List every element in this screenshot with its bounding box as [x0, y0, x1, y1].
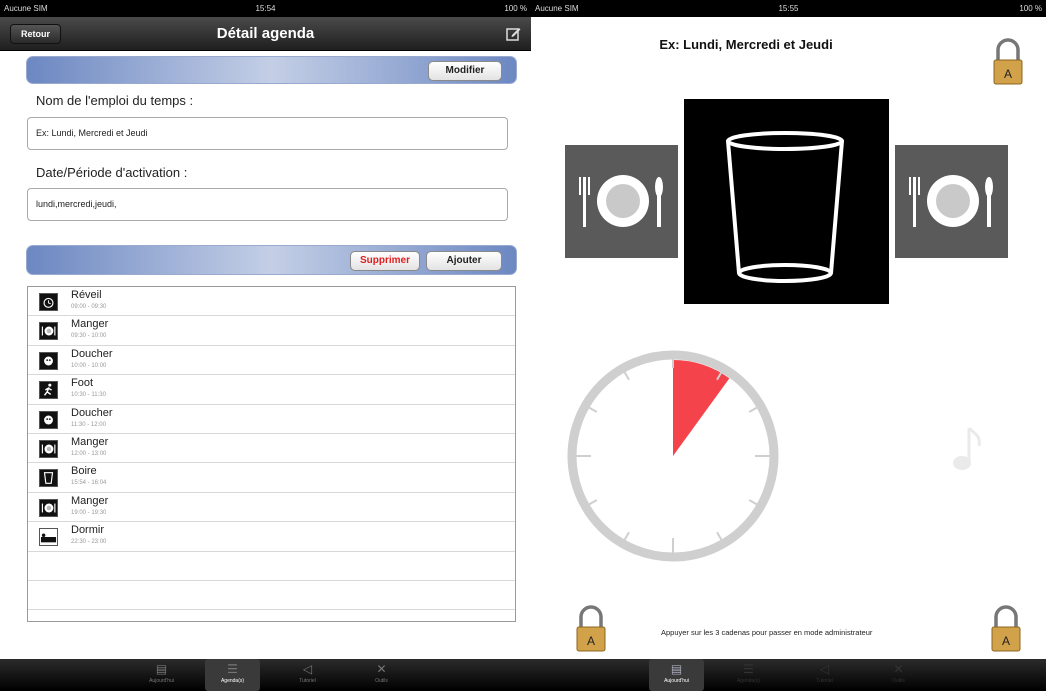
bed-icon — [39, 528, 58, 547]
plate-icon — [39, 322, 58, 341]
empty-row — [28, 552, 515, 581]
calendar-icon: ▤ — [670, 662, 683, 676]
list-item[interactable]: Manger 12:00 - 13:00 — [28, 434, 515, 464]
tab-bar: ▤ Aujourd'hui ☰ Agenda(s) ◁ Tutoriel ✕ O… — [531, 659, 1046, 691]
previous-activity-plate-icon[interactable] — [565, 145, 678, 258]
admin-hint-text: Appuyer sur les 3 cadenas pour passer en… — [661, 628, 873, 637]
tools-icon: ✕ — [376, 662, 387, 676]
list-item[interactable]: Doucher 10:00 - 10:00 — [28, 346, 515, 376]
next-activity-plate-icon[interactable] — [895, 145, 1008, 258]
event-name: Manger — [71, 318, 109, 331]
delete-button[interactable]: Supprimer — [350, 251, 420, 271]
list-item[interactable]: Dormir 22:30 - 23:00 — [28, 522, 515, 552]
event-time: 12:00 - 13:00 — [71, 450, 107, 457]
tab-label: Agenda(s) — [736, 678, 761, 684]
event-name: Doucher — [71, 347, 113, 360]
clock-label: 15:54 — [255, 4, 276, 13]
countdown-timer — [567, 350, 779, 562]
event-time: 22:30 - 23:00 — [71, 539, 107, 546]
tab-bar: ▤ Aujourd'hui ☰ Agenda(s) ◁ Tutoriel ✕ O… — [0, 659, 531, 691]
shower-icon — [39, 410, 58, 429]
list-item[interactable]: Manger 19:00 - 19:30 — [28, 493, 515, 523]
list-item[interactable]: Boire 15:54 - 16:04 — [28, 463, 515, 493]
music-note-icon[interactable] — [945, 420, 985, 480]
lock-letter: A — [587, 634, 595, 648]
list-item[interactable]: Doucher 11:30 - 12:00 — [28, 405, 515, 434]
tab-tools[interactable]: ✕ Outils — [354, 659, 409, 691]
padlock-icon[interactable]: A — [993, 37, 1023, 85]
tab-tools[interactable]: ✕ Outils — [871, 659, 926, 691]
schedule-title: Ex: Lundi, Mercredi et Jeudi — [659, 37, 833, 52]
event-time: 19:00 - 19:30 — [71, 509, 107, 516]
list-icon: ☰ — [227, 662, 238, 676]
modify-button[interactable]: Modifier — [428, 61, 502, 81]
tab-label: Outils — [892, 678, 905, 684]
megaphone-icon: ◁ — [819, 662, 830, 676]
calendar-icon: ▤ — [155, 662, 168, 676]
list-item[interactable]: Foot 10:30 - 11:30 — [28, 375, 515, 405]
status-bar: Aucune SIM 15:54 100 % — [0, 0, 531, 17]
tab-label: Outils — [375, 678, 388, 684]
event-name: Foot — [71, 377, 94, 390]
tab-tutorial[interactable]: ◁ Tutoriel — [280, 659, 335, 691]
lock-letter: A — [1004, 67, 1012, 81]
empty-row — [28, 581, 515, 611]
event-time: 10:30 - 11:30 — [71, 392, 106, 399]
event-time: 09:00 - 09:30 — [71, 304, 107, 310]
clock-label: 15:55 — [778, 4, 799, 13]
tab-label: Agenda(s) — [220, 678, 245, 684]
event-time: 09:30 - 10:00 — [71, 333, 107, 340]
event-name: Doucher — [71, 406, 113, 419]
activation-label: Date/Période d'activation : — [36, 165, 188, 180]
padlock-icon[interactable]: A — [576, 604, 606, 652]
tab-agendas[interactable]: ☰ Agenda(s) — [205, 659, 260, 691]
tab-label: Aujourd'hui — [664, 678, 689, 684]
activation-field[interactable]: lundi,mercredi,jeudi, — [27, 188, 508, 221]
event-time: 15:54 - 16:04 — [71, 480, 107, 487]
plate-icon — [39, 498, 58, 517]
tab-today[interactable]: ▤ Aujourd'hui — [649, 659, 704, 691]
event-name: Manger — [71, 494, 109, 507]
tab-agendas[interactable]: ☰ Agenda(s) — [721, 659, 776, 691]
shower-icon — [39, 351, 58, 370]
event-time: 10:00 - 10:00 — [71, 362, 107, 369]
event-name: Réveil — [71, 289, 102, 301]
events-list: Réveil 09:00 - 09:30 Manger 09:30 - 10:0… — [27, 286, 516, 622]
current-activity-cup-icon[interactable] — [684, 99, 889, 304]
runner-icon — [39, 381, 58, 400]
battery-label: 100 % — [1019, 4, 1042, 13]
event-name: Manger — [71, 435, 109, 448]
list-item[interactable]: Manger 09:30 - 10:00 — [28, 316, 515, 346]
schedule-name-field[interactable]: Ex: Lundi, Mercredi et Jeudi — [27, 117, 508, 150]
schedule-name-label: Nom de l'emploi du temps : — [36, 93, 194, 108]
padlock-icon[interactable]: A — [991, 604, 1021, 652]
page-title: Détail agenda — [216, 25, 315, 42]
compose-icon[interactable] — [506, 26, 521, 41]
tab-label: Tutoriel — [299, 678, 316, 684]
tab-label: Aujourd'hui — [149, 678, 174, 684]
tools-icon: ✕ — [893, 662, 904, 676]
tab-tutorial[interactable]: ◁ Tutoriel — [797, 659, 852, 691]
edit-toolbar: Modifier — [26, 56, 517, 84]
cup-icon — [39, 469, 58, 488]
alarm-icon — [39, 293, 58, 311]
today-screen: Aucune SIM 15:55 100 % Ex: Lundi, Mercre… — [531, 0, 1046, 691]
megaphone-icon: ◁ — [302, 662, 313, 676]
navigation-bar: Retour Détail agenda — [0, 17, 531, 51]
event-time: 11:30 - 12:00 — [71, 421, 106, 428]
events-toolbar: Supprimer Ajouter — [26, 245, 517, 275]
event-name: Boire — [71, 465, 97, 478]
event-name: Dormir — [71, 524, 104, 537]
battery-label: 100 % — [504, 4, 527, 13]
tab-label: Tutoriel — [816, 678, 833, 684]
list-icon: ☰ — [743, 662, 754, 676]
tab-today[interactable]: ▤ Aujourd'hui — [134, 659, 189, 691]
list-item[interactable]: Réveil 09:00 - 09:30 — [28, 287, 515, 317]
plate-icon — [39, 439, 58, 458]
lock-letter: A — [1002, 634, 1010, 648]
status-bar: Aucune SIM 15:55 100 % — [531, 0, 1046, 17]
agenda-detail-screen: Aucune SIM 15:54 100 % Retour Détail age… — [0, 0, 531, 691]
add-button[interactable]: Ajouter — [426, 251, 502, 271]
